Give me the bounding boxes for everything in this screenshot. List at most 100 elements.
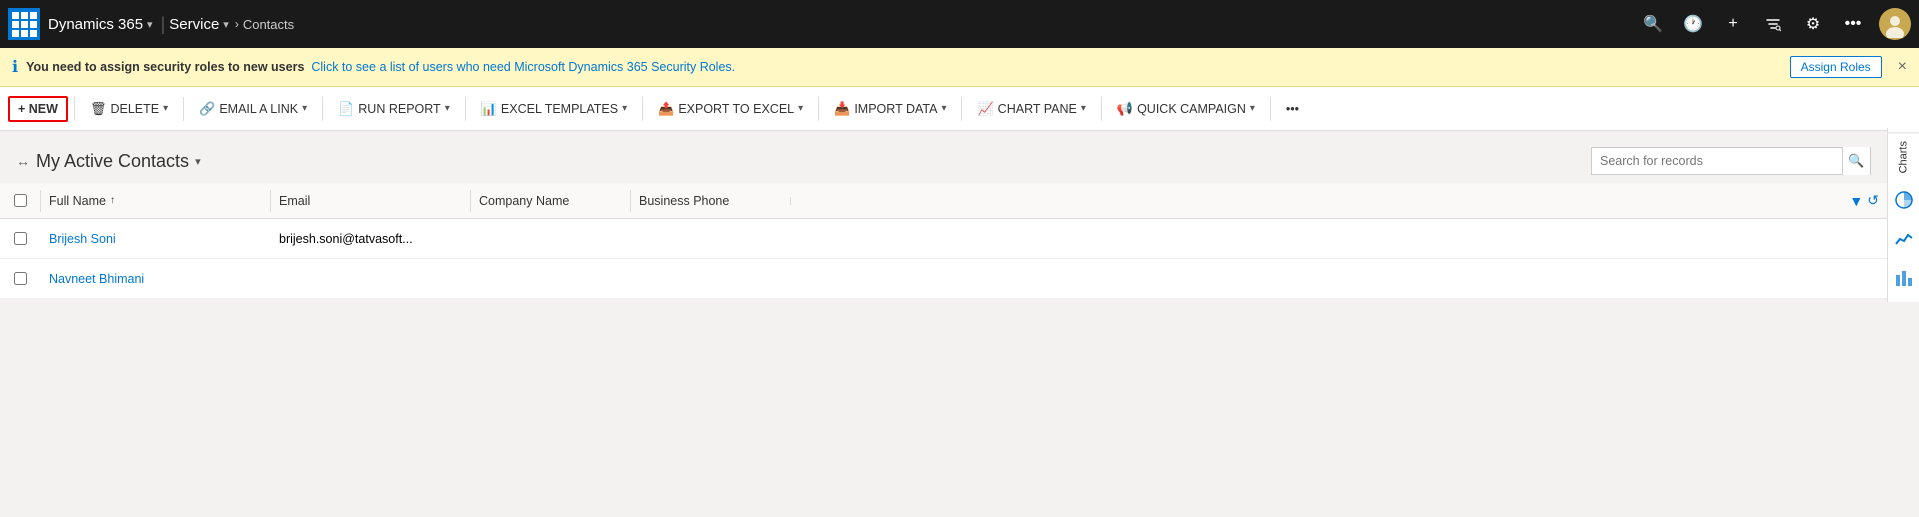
email-link-caret[interactable]: ▾ — [302, 103, 307, 114]
company-column-label: Company Name — [479, 194, 569, 208]
row-2-fullname-link[interactable]: Navneet Bhimani — [49, 272, 144, 286]
breadcrumb[interactable]: › Contacts — [235, 17, 294, 32]
row-1-fullname: Brijesh Soni — [40, 224, 270, 254]
toolbar-separator-8 — [1101, 97, 1102, 121]
search-records-input[interactable] — [1592, 150, 1842, 172]
run-report-button[interactable]: 📄 RUN REPORT ▾ — [329, 96, 459, 122]
column-header-phone[interactable]: Business Phone — [630, 190, 790, 212]
breadcrumb-arrow: › — [235, 17, 239, 31]
delete-button[interactable]: 🗑 DELETE ▾ — [81, 96, 177, 122]
module-label[interactable]: Service ▾ — [169, 16, 229, 33]
excel-templates-caret[interactable]: ▾ — [622, 103, 627, 114]
table-header: Full Name ↑ Email Company Name Business … — [0, 183, 1887, 219]
line-chart-icon[interactable] — [1888, 224, 1919, 259]
run-report-label: RUN REPORT — [358, 102, 440, 116]
row-2-company — [470, 271, 630, 287]
new-button[interactable]: + NEW — [8, 96, 68, 122]
toolbar: + NEW 🗑 DELETE ▾ 🔗 EMAIL A LINK ▾ 📄 RUN … — [0, 87, 1919, 131]
more-toolbar-label: ••• — [1286, 102, 1299, 116]
more-toolbar-button[interactable]: ••• — [1277, 97, 1308, 121]
export-excel-caret[interactable]: ▾ — [798, 103, 803, 114]
import-data-button[interactable]: 📥 IMPORT DATA ▾ — [825, 96, 955, 122]
email-link-button[interactable]: 🔗 EMAIL A LINK ▾ — [190, 96, 316, 122]
run-report-caret[interactable]: ▾ — [445, 103, 450, 114]
select-all-checkbox[interactable] — [14, 194, 27, 207]
create-button[interactable]: + — [1715, 6, 1751, 42]
row-1-checkbox-cell — [0, 232, 40, 245]
column-header-spacer — [790, 197, 1849, 205]
notif-link[interactable]: Click to see a list of users who need Mi… — [311, 60, 735, 74]
column-header-company[interactable]: Company Name — [470, 190, 630, 212]
row-1-company — [470, 231, 630, 247]
fullname-column-label: Full Name — [49, 194, 106, 208]
table-filter-icon[interactable]: ▼ — [1849, 193, 1863, 209]
search-button[interactable]: 🔍 — [1635, 6, 1671, 42]
settings-button[interactable]: ⚙ — [1795, 6, 1831, 42]
excel-templates-button[interactable]: 📊 EXCEL TEMPLATES ▾ — [472, 96, 636, 122]
row-1-checkbox[interactable] — [14, 232, 27, 245]
table-refresh-icon[interactable]: ↺ — [1867, 192, 1879, 209]
chart-pane-label: CHART PANE — [998, 102, 1077, 116]
column-header-email[interactable]: Email — [270, 190, 470, 212]
email-link-icon: 🔗 — [199, 101, 215, 117]
view-title: My Active Contacts — [36, 151, 189, 172]
row-2-phone — [630, 271, 790, 287]
notif-bold: You need to assign security roles to new… — [26, 60, 304, 74]
table-row: Brijesh Soni brijesh.soni@tatvasoft... — [0, 219, 1887, 259]
contacts-table: Full Name ↑ Email Company Name Business … — [0, 183, 1887, 299]
email-column-label: Email — [279, 194, 310, 208]
charts-tab[interactable]: Charts — [1888, 132, 1919, 181]
quick-campaign-label: QUICK CAMPAIGN — [1137, 102, 1246, 116]
new-label: + NEW — [18, 102, 58, 116]
excel-templates-label: EXCEL TEMPLATES — [501, 102, 618, 116]
delete-label: DELETE — [110, 102, 159, 116]
module-text: Service — [169, 16, 219, 33]
assign-roles-button[interactable]: Assign Roles — [1790, 56, 1882, 78]
fullname-sort-icon: ↑ — [110, 195, 115, 206]
quick-campaign-button[interactable]: 📢 QUICK CAMPAIGN ▾ — [1108, 96, 1264, 122]
delete-caret[interactable]: ▾ — [163, 103, 168, 114]
module-chevron: ▾ — [223, 18, 229, 31]
run-report-icon: 📄 — [338, 101, 354, 117]
chart-pane-button[interactable]: 📈 CHART PANE ▾ — [968, 96, 1094, 122]
more-options-button[interactable]: ••• — [1835, 6, 1871, 42]
import-data-label: IMPORT DATA — [854, 102, 937, 116]
view-header: ↔ My Active Contacts ▾ 🔍 — [0, 131, 1887, 183]
toolbar-separator-6 — [818, 97, 819, 121]
search-records-button[interactable]: 🔍 — [1842, 147, 1870, 175]
bar-chart-icon[interactable] — [1888, 263, 1919, 298]
waffle-menu-button[interactable] — [8, 8, 40, 40]
export-excel-label: EXPORT TO EXCEL — [678, 102, 794, 116]
row-2-checkbox-cell — [0, 272, 40, 285]
dynamics-brand[interactable]: Dynamics 365 ▾ — [48, 16, 153, 33]
quick-campaign-caret[interactable]: ▾ — [1250, 103, 1255, 114]
pin-icon: ↔ — [16, 153, 30, 169]
view-title-row: ↔ My Active Contacts ▾ — [16, 151, 201, 172]
chart-pane-icon: 📈 — [977, 101, 993, 117]
recent-items-button[interactable]: 🕐 — [1675, 6, 1711, 42]
breadcrumb-label: Contacts — [243, 17, 294, 32]
row-1-email-value: brijesh.soni@tatvasoft... — [279, 232, 413, 246]
notification-close-button[interactable]: × — [1898, 58, 1907, 76]
toolbar-separator-2 — [183, 97, 184, 121]
user-avatar[interactable] — [1879, 8, 1911, 40]
pie-chart-icon[interactable] — [1888, 185, 1919, 220]
row-2-checkbox[interactable] — [14, 272, 27, 285]
brand-chevron: ▾ — [147, 18, 153, 31]
excel-templates-icon: 📊 — [481, 101, 497, 117]
delete-icon: 🗑 — [90, 101, 107, 117]
table-row: Navneet Bhimani — [0, 259, 1887, 299]
main-content: ↔ My Active Contacts ▾ 🔍 Full Name ↑ — [0, 131, 1887, 299]
info-icon: ℹ — [12, 57, 18, 77]
import-data-caret[interactable]: ▾ — [941, 103, 946, 114]
export-excel-button[interactable]: 📤 EXPORT TO EXCEL ▾ — [649, 96, 812, 122]
charts-tab-label: Charts — [1898, 141, 1910, 173]
advanced-find-button[interactable] — [1755, 6, 1791, 42]
view-dropdown-icon[interactable]: ▾ — [195, 155, 201, 168]
email-link-label: EMAIL A LINK — [219, 102, 298, 116]
column-header-fullname[interactable]: Full Name ↑ — [40, 190, 270, 212]
select-all-checkbox-cell — [0, 194, 40, 207]
row-1-fullname-link[interactable]: Brijesh Soni — [49, 232, 116, 246]
chart-pane-caret[interactable]: ▾ — [1081, 103, 1086, 114]
toolbar-separator-1 — [74, 97, 75, 121]
